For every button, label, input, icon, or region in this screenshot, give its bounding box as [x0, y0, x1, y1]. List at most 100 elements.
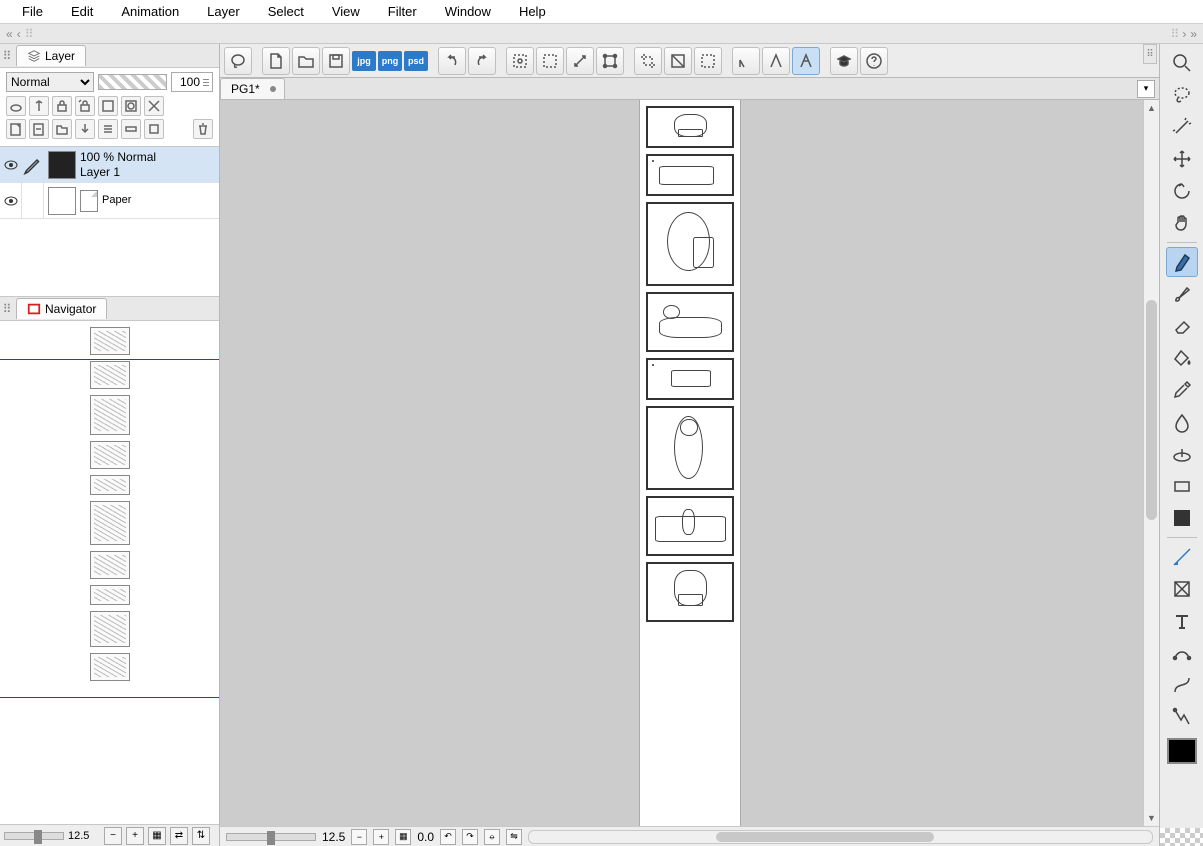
menu-window[interactable]: Window [431, 0, 505, 23]
redo-icon[interactable] [468, 47, 496, 75]
flip-v-icon[interactable]: ⇅ [192, 827, 210, 845]
foreground-color-swatch[interactable] [1167, 738, 1197, 764]
edit-points-tool-icon[interactable] [1166, 702, 1198, 732]
lasso-fill-icon[interactable] [224, 47, 252, 75]
scrollbar-thumb[interactable] [1146, 300, 1157, 520]
perspective-tool-icon[interactable] [1166, 574, 1198, 604]
undo-icon[interactable] [438, 47, 466, 75]
visibility-toggle[interactable] [0, 183, 22, 218]
curve-tool-icon[interactable] [1166, 670, 1198, 700]
ruler-tool-icon[interactable] [1166, 542, 1198, 572]
collapse-right-icon[interactable]: › [1182, 27, 1186, 41]
menu-layer[interactable]: Layer [193, 0, 254, 23]
flip-icon[interactable]: ⇋ [506, 829, 522, 845]
resolution-icon[interactable] [694, 47, 722, 75]
lock-icon[interactable] [52, 96, 72, 116]
transfer-down-icon[interactable] [75, 119, 95, 139]
rotate-ccw-icon[interactable]: ↶ [440, 829, 456, 845]
navigator-viewport[interactable] [0, 321, 219, 824]
pen-tool-icon[interactable] [1166, 247, 1198, 277]
canvas-viewport[interactable]: ▲ ▼ [220, 100, 1159, 826]
edit-toggle[interactable] [22, 183, 44, 218]
navigator-panel-tab[interactable]: Navigator [16, 298, 107, 319]
zoom-in-icon[interactable]: + [373, 829, 389, 845]
delete-layer-icon[interactable] [193, 119, 213, 139]
layer-panel-tab[interactable]: Layer [16, 45, 86, 66]
collapse-left-icon[interactable]: ‹ [17, 27, 21, 41]
reset-rotation-icon[interactable]: ⦵ [484, 829, 500, 845]
new-linework-icon[interactable] [29, 119, 49, 139]
deselect-icon[interactable] [506, 47, 534, 75]
eyedropper-tool-icon[interactable] [1166, 375, 1198, 405]
menu-view[interactable]: View [318, 0, 374, 23]
edit-toggle[interactable] [22, 147, 44, 182]
merge-icon[interactable] [98, 119, 118, 139]
stabilizer3-icon[interactable] [792, 47, 820, 75]
text-tool-icon[interactable] [1166, 606, 1198, 636]
layer-item-paper[interactable]: Paper [0, 183, 219, 219]
opacity-slider[interactable] [98, 74, 167, 90]
stabilizer-icon[interactable] [732, 47, 760, 75]
collapse-left-double-icon[interactable]: « [6, 27, 13, 41]
export-png-button[interactable]: png [378, 51, 402, 71]
export-jpg-button[interactable]: jpg [352, 51, 376, 71]
open-file-icon[interactable] [292, 47, 320, 75]
opacity-value[interactable]: 100 [171, 72, 213, 92]
free-transform-icon[interactable] [596, 47, 624, 75]
linework-tool-icon[interactable] [1166, 638, 1198, 668]
invert-selection-icon[interactable] [536, 47, 564, 75]
blur-tool-icon[interactable] [1166, 407, 1198, 437]
preserve-opacity-icon[interactable] [6, 96, 26, 116]
rotate-cw-icon[interactable]: ↷ [462, 829, 478, 845]
scroll-up-icon[interactable]: ▲ [1144, 100, 1159, 116]
brush-tool-icon[interactable] [1166, 279, 1198, 309]
menu-filter[interactable]: Filter [374, 0, 431, 23]
horizontal-scrollbar[interactable] [528, 830, 1153, 844]
document-tab[interactable]: PG1* [220, 78, 285, 99]
move-tool-icon[interactable] [1166, 144, 1198, 174]
menu-edit[interactable]: Edit [57, 0, 107, 23]
rotate-tool-icon[interactable] [1166, 176, 1198, 206]
vertical-scrollbar[interactable]: ▲ ▼ [1143, 100, 1159, 826]
layer-item-layer1[interactable]: 100 % Normal Layer 1 [0, 147, 219, 183]
lock-all-icon[interactable] [75, 96, 95, 116]
save-icon[interactable] [322, 47, 350, 75]
lasso-tool-icon[interactable] [1166, 80, 1198, 110]
clear-icon[interactable] [144, 119, 164, 139]
new-layer-icon[interactable] [6, 119, 26, 139]
help-icon[interactable] [860, 47, 888, 75]
graduation-icon[interactable] [830, 47, 858, 75]
menu-animation[interactable]: Animation [107, 0, 193, 23]
right-panel-collapse-handle[interactable]: ⠿ [1143, 44, 1157, 64]
panel-collapse-handle[interactable]: ⠿ [0, 302, 14, 316]
collapse-right-double-icon[interactable]: » [1190, 27, 1197, 41]
new-file-icon[interactable] [262, 47, 290, 75]
zoom-out-icon[interactable]: − [351, 829, 367, 845]
zoom-slider[interactable] [4, 832, 64, 840]
scrollbar-thumb[interactable] [716, 832, 934, 842]
transform-icon[interactable] [566, 47, 594, 75]
stabilizer2-icon[interactable] [762, 47, 790, 75]
panel-collapse-handle[interactable]: ⠿ [0, 49, 14, 63]
crop-icon[interactable] [634, 47, 662, 75]
selection-source-icon[interactable] [144, 96, 164, 116]
swatch-tool-icon[interactable] [1166, 503, 1198, 533]
gradient-tool-icon[interactable] [1166, 439, 1198, 469]
hand-tool-icon[interactable] [1166, 208, 1198, 238]
bucket-tool-icon[interactable] [1166, 343, 1198, 373]
zoom-tool-icon[interactable] [1166, 48, 1198, 78]
visibility-toggle[interactable] [0, 147, 22, 182]
mask-icon[interactable] [98, 96, 118, 116]
menu-select[interactable]: Select [254, 0, 318, 23]
clipping-icon[interactable] [29, 96, 49, 116]
flatten-icon[interactable] [121, 119, 141, 139]
blend-mode-select[interactable]: Normal [6, 72, 94, 92]
fit-screen-icon[interactable]: ▦ [395, 829, 411, 845]
magic-wand-icon[interactable] [1166, 112, 1198, 142]
zoom-in-icon[interactable]: + [126, 827, 144, 845]
scroll-down-icon[interactable]: ▼ [1144, 810, 1159, 826]
zoom-out-icon[interactable]: − [104, 827, 122, 845]
menu-help[interactable]: Help [505, 0, 560, 23]
mask2-icon[interactable] [121, 96, 141, 116]
canvas-size-icon[interactable] [664, 47, 692, 75]
